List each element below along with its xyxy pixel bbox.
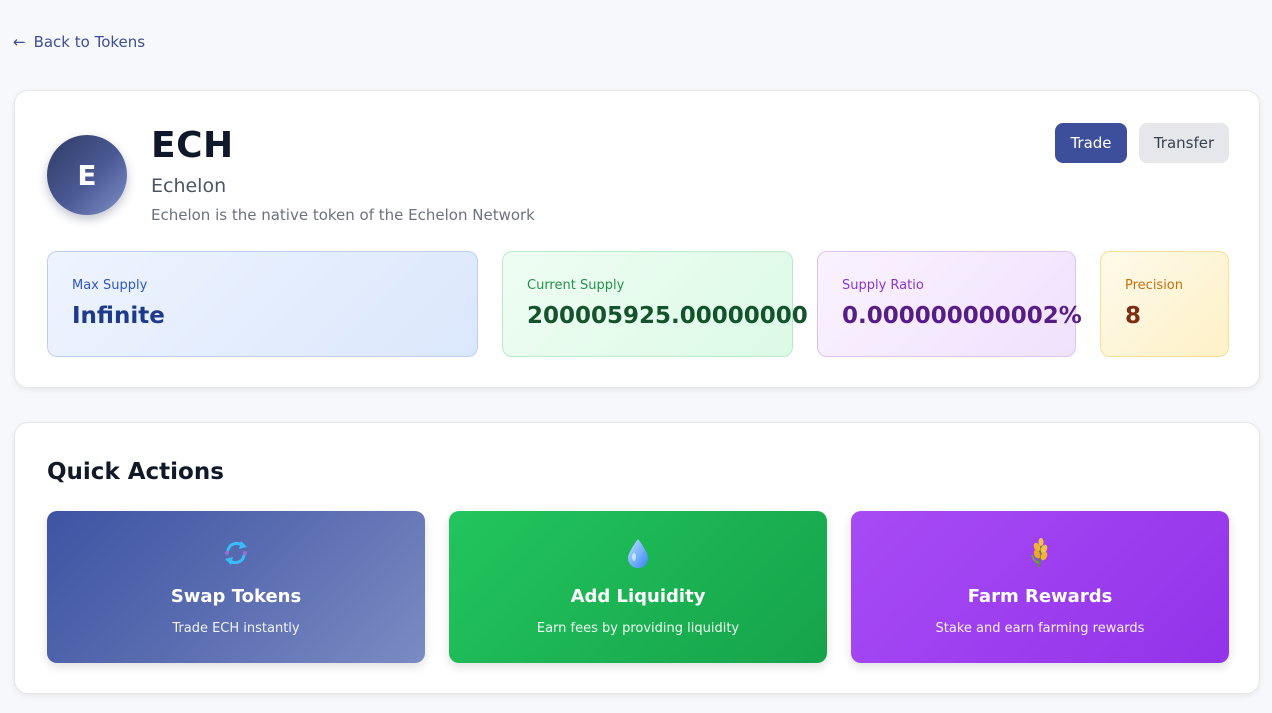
transfer-button[interactable]: Transfer — [1139, 123, 1229, 163]
trade-button[interactable]: Trade — [1055, 123, 1127, 163]
action-title: Add Liquidity — [570, 586, 706, 607]
token-symbol: ECH — [151, 125, 234, 166]
token-name: Echelon — [151, 175, 227, 197]
token-avatar: E — [47, 135, 127, 215]
token-description: Echelon is the native token of the Echel… — [151, 206, 535, 224]
stat-value: 8 — [1125, 303, 1142, 329]
action-title: Swap Tokens — [170, 586, 302, 607]
section-title: Quick Actions — [47, 459, 224, 485]
avatar-letter: E — [77, 158, 97, 192]
stat-value: 0.000000000002% — [842, 303, 1082, 329]
precision-stat: Precision 8 — [1100, 251, 1229, 357]
stat-label: Max Supply — [72, 278, 148, 293]
stat-label: Current Supply — [527, 278, 625, 293]
action-subtitle: Earn fees by providing liquidity — [536, 621, 740, 636]
add-liquidity-action[interactable]: Add Liquidity Earn fees by providing liq… — [449, 511, 827, 663]
max-supply-stat: Max Supply Infinite — [47, 251, 478, 357]
supply-ratio-stat: Supply Ratio 0.000000000002% — [817, 251, 1082, 357]
wheat-icon — [851, 537, 1229, 569]
swap-tokens-action[interactable]: Swap Tokens Trade ECH instantly — [47, 511, 425, 663]
current-supply-stat: Current Supply 200005925.00000000 — [502, 251, 808, 357]
quick-actions-card: Quick Actions Swap Tokens Trade ECH inst… — [14, 422, 1260, 694]
droplet-icon — [449, 537, 827, 569]
stat-value: 200005925.00000000 — [527, 303, 808, 329]
back-link-label: Back to Tokens — [33, 33, 146, 51]
back-arrow-icon: ← — [13, 33, 26, 51]
stat-value: Infinite — [72, 303, 165, 329]
farm-rewards-action[interactable]: Farm Rewards Stake and earn farming rewa… — [851, 511, 1229, 663]
swap-icon — [47, 537, 425, 569]
back-to-tokens-link[interactable]: ← Back to Tokens — [13, 33, 145, 51]
action-subtitle: Trade ECH instantly — [172, 621, 300, 636]
action-subtitle: Stake and earn farming rewards — [935, 621, 1145, 636]
action-title: Farm Rewards — [967, 586, 1113, 607]
stat-label: Supply Ratio — [842, 278, 924, 293]
stat-label: Precision — [1125, 278, 1184, 293]
token-overview-card: E ECH Echelon Echelon is the native toke… — [14, 90, 1260, 388]
